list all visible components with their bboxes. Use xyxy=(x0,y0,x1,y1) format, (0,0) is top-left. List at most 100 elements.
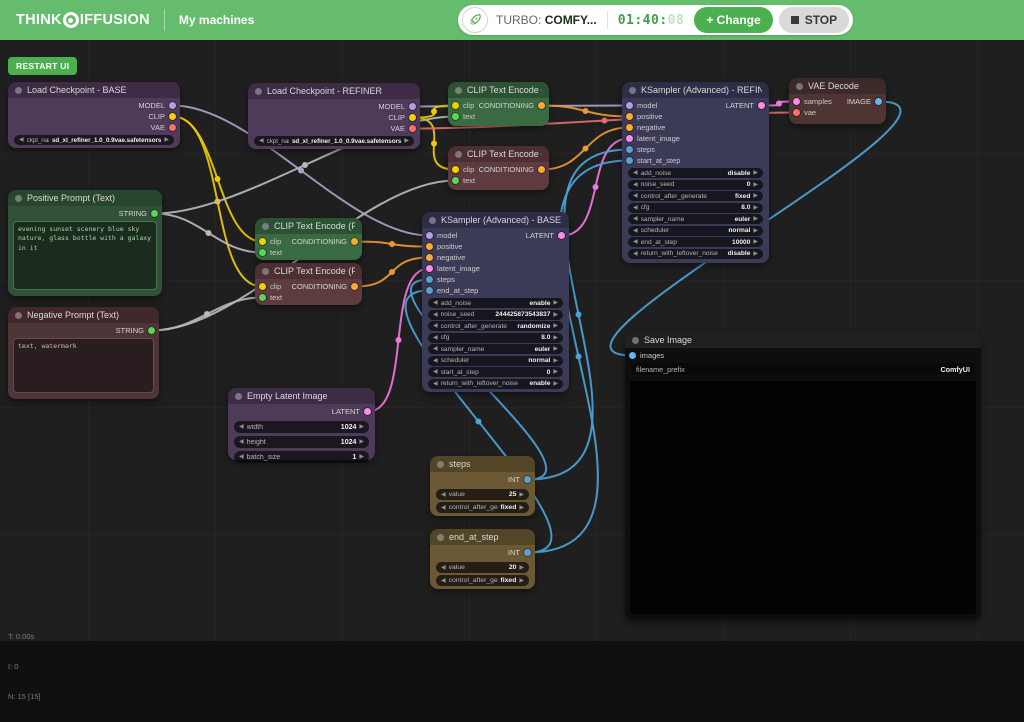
increment-arrow-icon[interactable]: ▶ xyxy=(553,369,558,375)
widget-end_at_step[interactable]: ◀end_at_step10000▶ xyxy=(628,237,763,247)
node-header[interactable]: end_at_step xyxy=(430,529,535,545)
link-midpoint-dot[interactable] xyxy=(298,168,304,174)
node-steps[interactable]: stepsINT◀value25▶◀control_after_genefixe… xyxy=(430,456,535,516)
collapse-dot-icon[interactable] xyxy=(437,534,444,541)
collapse-dot-icon[interactable] xyxy=(235,393,242,400)
collapse-dot-icon[interactable] xyxy=(455,151,462,158)
node-header[interactable]: Empty Latent Image xyxy=(228,388,375,404)
node-canvas[interactable]: RESTART UI T: 0.00s I: 0 N: 15 [15] Load… xyxy=(0,40,1024,641)
collapse-dot-icon[interactable] xyxy=(629,87,636,94)
decrement-arrow-icon[interactable]: ◀ xyxy=(441,578,446,584)
node-end-at-step[interactable]: end_at_stepINT◀value20▶◀control_after_ge… xyxy=(430,529,535,589)
slot-dot[interactable] xyxy=(426,254,433,261)
slot-dot[interactable] xyxy=(259,238,266,245)
slot-dot[interactable] xyxy=(351,283,358,290)
link-midpoint-dot[interactable] xyxy=(302,162,308,168)
decrement-arrow-icon[interactable]: ◀ xyxy=(433,312,438,318)
collapse-dot-icon[interactable] xyxy=(429,217,436,224)
decrement-arrow-icon[interactable]: ◀ xyxy=(441,505,446,511)
decrement-arrow-icon[interactable]: ◀ xyxy=(633,170,638,176)
stop-button[interactable]: STOP xyxy=(779,7,849,33)
increment-arrow-icon[interactable]: ▶ xyxy=(753,182,758,188)
slot-dot[interactable] xyxy=(626,135,633,142)
slot-dot[interactable] xyxy=(875,98,882,105)
node-header[interactable]: steps xyxy=(430,456,535,472)
slot-dot[interactable] xyxy=(351,238,358,245)
decrement-arrow-icon[interactable]: ◀ xyxy=(239,439,244,445)
link-midpoint-dot[interactable] xyxy=(205,230,211,236)
brand-logo[interactable]: THINKIFFUSION xyxy=(16,12,150,28)
node-header[interactable]: CLIP Text Encode (Prompt) xyxy=(448,146,549,162)
widget-sampler_name[interactable]: ◀sampler_nameeuler▶ xyxy=(628,214,763,224)
nav-my-machines[interactable]: My machines xyxy=(179,13,254,27)
decrement-arrow-icon[interactable]: ◀ xyxy=(633,205,638,211)
increment-arrow-icon[interactable]: ▶ xyxy=(753,216,758,222)
increment-arrow-icon[interactable]: ▶ xyxy=(553,335,558,341)
slot-dot[interactable] xyxy=(452,166,459,173)
slot-dot[interactable] xyxy=(426,243,433,250)
link-midpoint-dot[interactable] xyxy=(431,141,437,147)
node-header[interactable]: Negative Prompt (Text) xyxy=(8,307,159,323)
increment-arrow-icon[interactable]: ▶ xyxy=(753,193,758,199)
widget-batch_size[interactable]: ◀batch_size1▶ xyxy=(234,451,369,463)
slot-dot[interactable] xyxy=(452,177,459,184)
widget-add_noise[interactable]: ◀add_noisedisable▶ xyxy=(628,168,763,178)
link-midpoint-dot[interactable] xyxy=(576,354,582,360)
decrement-arrow-icon[interactable]: ◀ xyxy=(633,251,638,257)
node-header[interactable]: CLIP Text Encode (Prompt) xyxy=(448,82,549,98)
collapse-dot-icon[interactable] xyxy=(437,461,444,468)
widget-value[interactable]: ◀value20▶ xyxy=(436,562,529,573)
increment-arrow-icon[interactable]: ▶ xyxy=(553,381,558,387)
slot-dot[interactable] xyxy=(259,283,266,290)
node-clip-text-encode-positive-base[interactable]: CLIP Text Encode (Prompt)cliptextCONDITI… xyxy=(255,218,362,260)
increment-arrow-icon[interactable]: ▶ xyxy=(753,228,758,234)
widget-noise_seed[interactable]: ◀noise_seed0▶ xyxy=(628,180,763,190)
slot-dot[interactable] xyxy=(148,327,155,334)
decrement-arrow-icon[interactable]: ◀ xyxy=(633,182,638,188)
node-negative-prompt[interactable]: Negative Prompt (Text)STRINGtext, waterm… xyxy=(8,307,159,399)
decrement-arrow-icon[interactable]: ◀ xyxy=(633,216,638,222)
slot-dot[interactable] xyxy=(452,102,459,109)
slot-dot[interactable] xyxy=(169,113,176,120)
increment-arrow-icon[interactable]: ▶ xyxy=(519,565,524,571)
link-midpoint-dot[interactable] xyxy=(204,311,210,317)
slot-dot[interactable] xyxy=(524,549,531,556)
slot-dot[interactable] xyxy=(259,294,266,301)
widget-control_after_gene[interactable]: ◀control_after_genefixed▶ xyxy=(436,502,529,513)
restart-ui-button[interactable]: RESTART UI xyxy=(8,57,77,75)
node-header[interactable]: CLIP Text Encode (Prompt) xyxy=(255,263,362,279)
slot-dot[interactable] xyxy=(626,124,633,131)
increment-arrow-icon[interactable]: ▶ xyxy=(404,138,409,144)
node-ksampler-advanced-base[interactable]: KSampler (Advanced) - BASEmodelpositiven… xyxy=(422,212,569,392)
increment-arrow-icon[interactable]: ▶ xyxy=(553,323,558,329)
link-midpoint-dot[interactable] xyxy=(396,337,402,343)
prompt-textarea[interactable]: text, watermark xyxy=(13,338,154,393)
link-midpoint-dot[interactable] xyxy=(215,198,221,204)
decrement-arrow-icon[interactable]: ◀ xyxy=(433,300,438,306)
decrement-arrow-icon[interactable]: ◀ xyxy=(19,137,24,143)
link-midpoint-dot[interactable] xyxy=(389,269,395,275)
node-clip-text-encode-positive-refiner[interactable]: CLIP Text Encode (Prompt)cliptextCONDITI… xyxy=(448,82,549,126)
decrement-arrow-icon[interactable]: ◀ xyxy=(633,239,638,245)
link-midpoint-dot[interactable] xyxy=(576,311,582,317)
change-button[interactable]: + Change xyxy=(694,7,772,33)
node-header[interactable]: Load Checkpoint - REFINER xyxy=(248,83,420,99)
slot-dot[interactable] xyxy=(426,265,433,272)
widget-return_with_leftover_noise[interactable]: ◀return_with_leftover_noiseenable▶ xyxy=(428,379,563,389)
node-clip-text-encode-negative-base[interactable]: CLIP Text Encode (Prompt)cliptextCONDITI… xyxy=(255,263,362,305)
decrement-arrow-icon[interactable]: ◀ xyxy=(433,358,438,364)
slot-dot[interactable] xyxy=(524,476,531,483)
decrement-arrow-icon[interactable]: ◀ xyxy=(239,454,244,460)
increment-arrow-icon[interactable]: ▶ xyxy=(359,454,364,460)
slot-dot[interactable] xyxy=(151,210,158,217)
increment-arrow-icon[interactable]: ▶ xyxy=(553,300,558,306)
node-save-image[interactable]: Save Imageimagesfilename_prefixComfyUI xyxy=(625,332,981,620)
link-midpoint-dot[interactable] xyxy=(583,108,589,114)
decrement-arrow-icon[interactable]: ◀ xyxy=(633,228,638,234)
node-clip-text-encode-negative-refiner[interactable]: CLIP Text Encode (Prompt)cliptextCONDITI… xyxy=(448,146,549,190)
collapse-dot-icon[interactable] xyxy=(15,312,22,319)
slot-dot[interactable] xyxy=(538,102,545,109)
widget-add_noise[interactable]: ◀add_noiseenable▶ xyxy=(428,298,563,308)
slot-dot[interactable] xyxy=(793,109,800,116)
increment-arrow-icon[interactable]: ▶ xyxy=(753,251,758,257)
